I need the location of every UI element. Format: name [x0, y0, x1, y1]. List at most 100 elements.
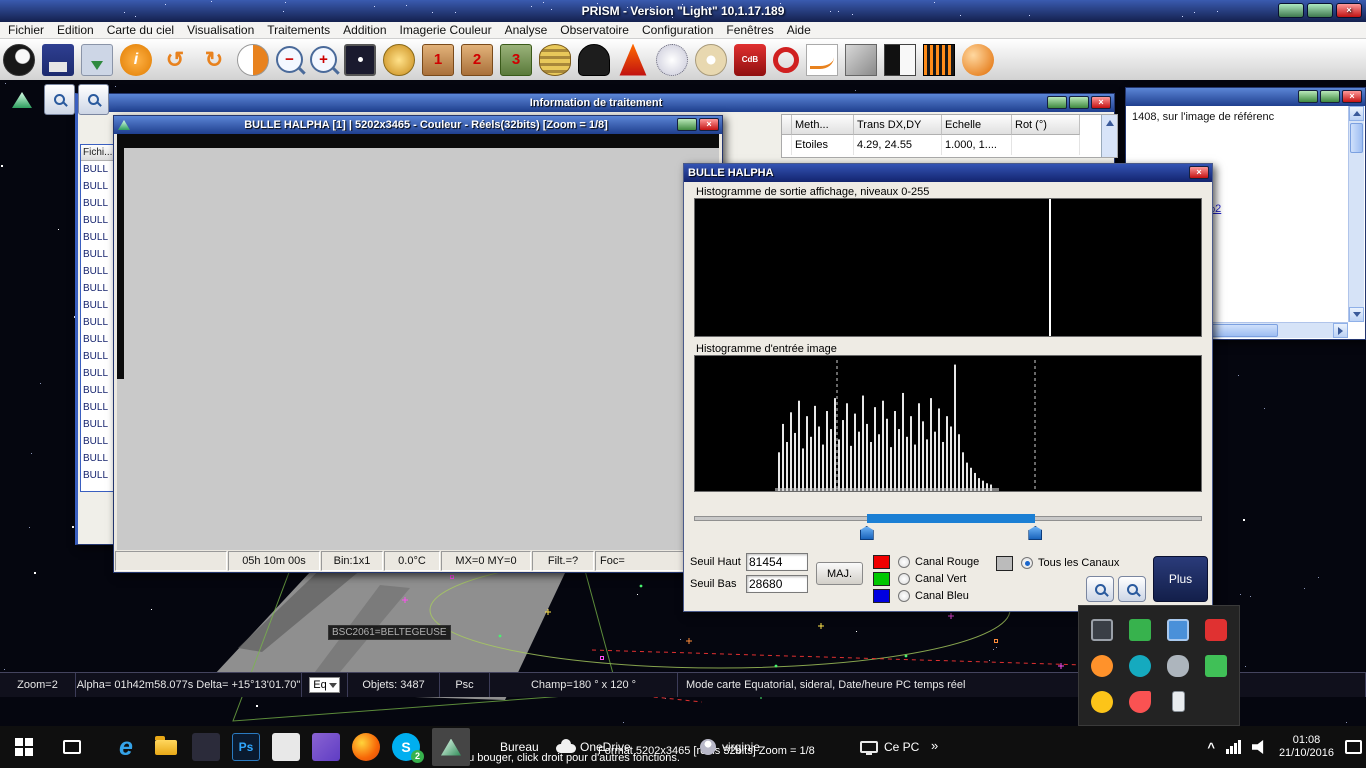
taskbar-onedrive-label[interactable]: OneDrive [580, 740, 631, 754]
table-header-echelle[interactable]: Echelle [942, 115, 1012, 135]
file-list-item[interactable]: BULL [81, 314, 115, 331]
file-list-item[interactable]: BULL [81, 280, 115, 297]
zoom-out-icon[interactable]: − [276, 46, 303, 73]
network-icon[interactable] [1226, 740, 1241, 754]
info-close-button[interactable]: × [1091, 96, 1111, 109]
histogram-zoom-button-1[interactable] [1086, 576, 1114, 602]
capture-icon[interactable] [81, 44, 113, 76]
menu-item-imagerie-couleur[interactable]: Imagerie Couleur [400, 23, 492, 37]
file-list-item[interactable]: BULL [81, 263, 115, 280]
taskbar-photoshop-button[interactable]: Ps [232, 733, 260, 761]
task-view-button[interactable] [52, 726, 92, 768]
tray-globe-icon[interactable] [1129, 655, 1151, 677]
scroll-up-button[interactable] [1349, 106, 1364, 121]
dome-icon[interactable] [578, 44, 610, 76]
tray-monitor-icon[interactable] [1091, 619, 1113, 641]
focus-icon[interactable] [617, 44, 649, 76]
tray-orange-app-icon[interactable] [1091, 655, 1113, 677]
screen-icon[interactable] [344, 44, 376, 76]
scroll-down-button[interactable] [1349, 307, 1364, 322]
info-icon[interactable]: i [120, 44, 152, 76]
this-pc-icon[interactable] [860, 741, 878, 753]
clock[interactable]: 01:08 21/10/2016 [1279, 734, 1334, 760]
scrollbar-thumb[interactable] [1350, 123, 1363, 153]
histogram-zoom-button-2[interactable] [1118, 576, 1146, 602]
tray-grid-app-icon[interactable] [1205, 655, 1227, 677]
taskbar-app-button-3[interactable] [192, 733, 220, 761]
app-titlebar[interactable]: PRISM - Version "Light" 10.1.17.189 × [0, 0, 1366, 22]
menu-item-observatoire[interactable]: Observatoire [560, 23, 629, 37]
image-canvas[interactable] [117, 134, 719, 550]
app-maximize-button[interactable] [1307, 3, 1333, 18]
redo-icon[interactable]: ↻ [198, 44, 230, 76]
taskbar-edge-button[interactable]: e [112, 733, 140, 761]
taskbar-app-button-5[interactable] [272, 733, 300, 761]
save-icon[interactable] [42, 44, 74, 76]
console-minimize-button[interactable] [1298, 90, 1318, 103]
start-button[interactable] [0, 726, 48, 768]
maj-button[interactable]: MAJ. [816, 562, 863, 585]
menu-item-fenêtres[interactable]: Fenêtres [726, 23, 773, 37]
low-threshold-handle[interactable] [860, 526, 874, 540]
contrast-icon[interactable] [237, 44, 269, 76]
seuil-bas-input[interactable] [746, 575, 808, 593]
file-list-item[interactable]: BULL [81, 348, 115, 365]
menu-item-configuration[interactable]: Configuration [642, 23, 713, 37]
camera-3-icon[interactable]: 3 [500, 44, 532, 76]
console-close-button[interactable]: × [1342, 90, 1362, 103]
menu-item-fichier[interactable]: Fichier [8, 23, 44, 37]
guide-ring-icon[interactable] [773, 47, 799, 73]
file-list-item[interactable]: BULL [81, 365, 115, 382]
tray-expand-icon[interactable]: ^ [1207, 740, 1215, 755]
onedrive-icon[interactable] [556, 744, 576, 753]
taskbar-prism-button[interactable] [432, 728, 470, 766]
frame-select[interactable]: Eq [309, 677, 339, 693]
zoom-in-icon[interactable]: + [310, 46, 337, 73]
tray-red-app-icon[interactable] [1129, 691, 1151, 713]
table-header-trans[interactable]: Trans DX,DY [854, 115, 942, 135]
info-window-titlebar[interactable]: Information de traitement × [78, 94, 1114, 112]
file-list-item[interactable]: BULL [81, 161, 115, 178]
file-list-item[interactable]: BULL [81, 450, 115, 467]
undo-icon[interactable]: ↺ [159, 44, 191, 76]
taskbar-explorer-button[interactable] [152, 733, 180, 761]
canal-bleu-radio[interactable] [898, 590, 910, 602]
prism-logo-icon[interactable] [3, 44, 35, 76]
cube-icon[interactable] [845, 44, 877, 76]
chart-zoom-in-button[interactable] [78, 84, 109, 115]
table-row[interactable]: Etoiles 4.29, 24.55 1.000, 1.... [782, 135, 1117, 155]
file-list-item[interactable]: BULL [81, 416, 115, 433]
taskbar-skype-button[interactable]: S2 [392, 733, 420, 761]
seuil-haut-input[interactable] [746, 553, 808, 571]
comet-icon[interactable] [962, 44, 994, 76]
file-list-item[interactable]: BULL [81, 382, 115, 399]
histogram-icon[interactable] [923, 44, 955, 76]
file-list-item[interactable]: BULL [81, 467, 115, 484]
vertical-scrollbar[interactable] [1348, 106, 1364, 322]
image-minimize-button[interactable] [677, 118, 697, 131]
tray-green-app-icon[interactable] [1129, 619, 1151, 641]
volume-icon[interactable] [1252, 740, 1268, 754]
console-window-titlebar[interactable]: × [1126, 88, 1365, 106]
tray-coin-icon[interactable] [1091, 691, 1113, 713]
tray-remote-icon[interactable] [1167, 619, 1189, 641]
app-close-button[interactable]: × [1336, 3, 1362, 18]
histogram-dialog-titlebar[interactable]: BULLE HALPHA × [684, 164, 1212, 182]
table-scrollbar[interactable] [1101, 115, 1117, 157]
file-list-item[interactable]: BULL [81, 229, 115, 246]
chart-zoom-out-button[interactable] [44, 84, 75, 115]
info-minimize-button[interactable] [1047, 96, 1067, 109]
taskbar-bureau-label[interactable]: Bureau [500, 740, 539, 754]
action-center-icon[interactable] [1345, 740, 1362, 754]
console-maximize-button[interactable] [1320, 90, 1340, 103]
app-minimize-button[interactable] [1278, 3, 1304, 18]
camera-1-icon[interactable]: 1 [422, 44, 454, 76]
taskbar-firefox-button[interactable] [352, 733, 380, 761]
tray-phone-icon[interactable] [1172, 691, 1185, 712]
filter-wheel-icon[interactable] [539, 44, 571, 76]
taskbar-app-button-6[interactable] [312, 733, 340, 761]
image-window-titlebar[interactable]: BULLE HALPHA [1] | 5202x3465 - Couleur -… [114, 116, 722, 134]
threshold-slider[interactable] [694, 508, 1202, 544]
gear-icon[interactable] [383, 44, 415, 76]
user-avatar-icon[interactable] [700, 739, 716, 755]
